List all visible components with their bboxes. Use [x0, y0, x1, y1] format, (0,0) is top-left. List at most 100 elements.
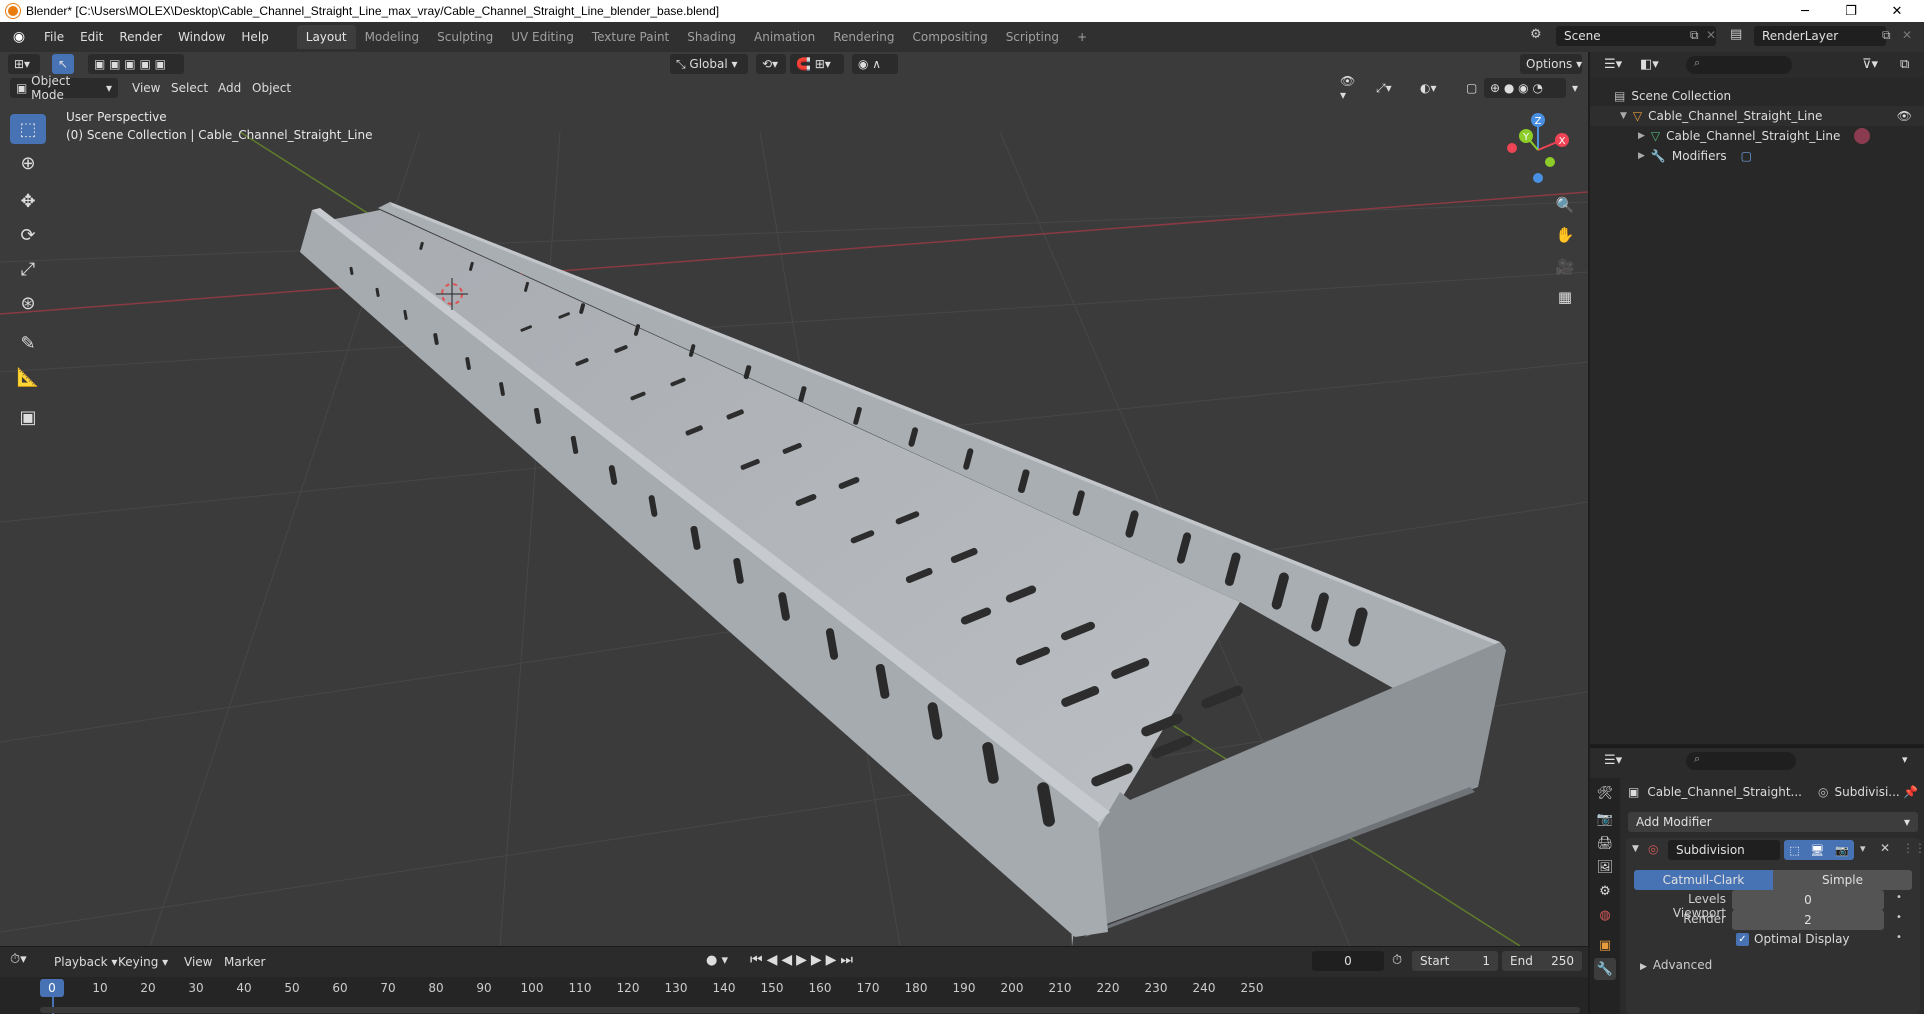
delete-layer-icon[interactable]: ✕: [1902, 28, 1912, 42]
edit-mode-icon[interactable]: ⬚: [1789, 844, 1799, 857]
scale-tool-icon[interactable]: ⤢: [10, 254, 46, 284]
outliner-search-input[interactable]: ⌕: [1686, 56, 1792, 74]
collapse-chevron-icon[interactable]: ▼: [1632, 844, 1639, 854]
visibility-icon[interactable]: 👁▾: [1334, 74, 1364, 102]
overlay-toggle[interactable]: ◐▾: [1414, 78, 1450, 98]
menu-view[interactable]: View: [132, 81, 160, 95]
tab-sculpting[interactable]: Sculpting: [428, 25, 502, 49]
gizmo-toggle[interactable]: ⤢▾: [1370, 78, 1406, 98]
menu-timeline-view[interactable]: View: [184, 955, 212, 969]
annotate-tool-icon[interactable]: ✎: [10, 328, 46, 358]
modifier-name-input[interactable]: Subdivision: [1668, 840, 1780, 860]
animate-dot-icon[interactable]: •: [1896, 892, 1902, 903]
levels-viewport-field[interactable]: 0: [1732, 890, 1884, 910]
tab-layout[interactable]: Layout: [296, 25, 356, 49]
menu-add[interactable]: Add: [218, 81, 241, 95]
pin-icon[interactable]: 📌: [1903, 785, 1918, 799]
tool-tab-icon[interactable]: 🛠: [1594, 782, 1616, 804]
pan-hand-icon[interactable]: ✋: [1552, 222, 1578, 248]
advanced-subpanel-header[interactable]: ▶ Advanced: [1640, 958, 1712, 972]
tab-modeling[interactable]: Modeling: [356, 25, 429, 49]
eye-icon[interactable]: 👁: [1897, 109, 1912, 123]
render-display-icon[interactable]: 📷: [1835, 844, 1849, 857]
menu-object[interactable]: Object: [252, 81, 291, 95]
select-modes-group[interactable]: ▣ ▣ ▣ ▣ ▣: [88, 54, 184, 74]
camera-view-icon[interactable]: 🎥: [1552, 254, 1578, 280]
properties-editor-icon[interactable]: ☰▾: [1604, 753, 1622, 768]
3d-viewport[interactable]: ⊞▾ ↖ ▣ ▣ ▣ ▣ ▣ ⤡ Global ▾ ⟲▾ 🧲 ⊞▾ ◉ ∧ Op…: [0, 52, 1588, 946]
outliner-row-object[interactable]: ▼ ▽ Cable_Channel_Straight_Line 👁: [1590, 106, 1924, 126]
end-frame-field[interactable]: End 250: [1502, 951, 1582, 971]
start-frame-field[interactable]: Start 1: [1412, 951, 1498, 971]
material-icon[interactable]: [1854, 128, 1871, 144]
menu-marker[interactable]: Marker: [224, 955, 265, 969]
current-frame-field[interactable]: 0: [1312, 951, 1384, 971]
modifier-menu-chevron-icon[interactable]: ▾: [1860, 842, 1866, 855]
menu-select[interactable]: Select: [171, 81, 208, 95]
render-layer-selector[interactable]: RenderLayer: [1754, 26, 1886, 46]
viewport-display-icon[interactable]: 🖥: [1810, 844, 1824, 857]
tab-compositing[interactable]: Compositing: [903, 25, 996, 49]
menu-help[interactable]: Help: [233, 30, 276, 44]
display-mode-icon[interactable]: ◧▾: [1640, 57, 1659, 72]
navigation-gizmo[interactable]: Z X Y: [1498, 110, 1578, 190]
render-tab-icon[interactable]: 📷: [1594, 808, 1616, 830]
tab-uv-editing[interactable]: UV Editing: [502, 25, 583, 49]
transform-tool-icon[interactable]: ⊛: [10, 288, 46, 318]
outliner-row-mesh[interactable]: ▶ ▽ Cable_Channel_Straight_Line: [1590, 126, 1924, 146]
xray-toggle[interactable]: ▢: [1460, 78, 1482, 98]
snap-toggle[interactable]: 🧲 ⊞▾: [790, 54, 844, 74]
menu-render[interactable]: Render: [111, 30, 170, 44]
modifier-tab-icon[interactable]: 🔧: [1594, 958, 1616, 980]
playback-controls[interactable]: ⏮◀◀▶▶▶⏭: [750, 952, 857, 968]
catmull-clark-button[interactable]: Catmull-Clark: [1634, 870, 1773, 890]
scene-icon[interactable]: ⚙: [1530, 27, 1542, 42]
filter-icon[interactable]: ⊽▾: [1862, 57, 1878, 72]
view-layer-tab-icon[interactable]: 🖼: [1594, 856, 1616, 878]
proportional-edit[interactable]: ◉ ∧: [852, 54, 898, 74]
tab-scripting[interactable]: Scripting: [997, 25, 1068, 49]
object-mode-dropdown[interactable]: ▣ Object Mode ▾: [10, 74, 118, 102]
tab-shading[interactable]: Shading: [678, 25, 745, 49]
menu-window[interactable]: Window: [170, 30, 233, 44]
menu-keying[interactable]: Keying ▾: [118, 955, 168, 969]
properties-search-input[interactable]: ⌕: [1686, 752, 1796, 770]
new-layer-icon[interactable]: ⧉: [1882, 28, 1891, 43]
tab-rendering[interactable]: Rendering: [824, 25, 903, 49]
shading-chevron-icon[interactable]: ▾: [1566, 78, 1584, 98]
remove-modifier-icon[interactable]: ✕: [1880, 841, 1890, 855]
modifier-visibility-toggles[interactable]: ⬚ 🖥 📷: [1784, 840, 1854, 860]
tab-texture-paint[interactable]: Texture Paint: [583, 25, 678, 49]
add-workspace-button[interactable]: +: [1068, 25, 1096, 49]
stopwatch-icon[interactable]: ⏱: [1392, 953, 1402, 968]
restore-button[interactable]: ❐: [1828, 0, 1874, 22]
cursor-tool-icon[interactable]: ⊕: [10, 148, 46, 178]
editor-type-button[interactable]: ⊞▾: [8, 54, 40, 74]
options-button[interactable]: Options ▾: [1520, 54, 1582, 74]
simple-button[interactable]: Simple: [1773, 870, 1912, 890]
transform-orientation-dropdown[interactable]: ⤡ Global ▾: [670, 54, 748, 74]
timeline-editor-icon[interactable]: ⏱▾: [10, 952, 27, 967]
scene-tab-icon[interactable]: ⚙: [1594, 880, 1616, 902]
measure-tool-icon[interactable]: 📐: [10, 362, 46, 392]
object-tab-icon[interactable]: ▣: [1594, 934, 1616, 956]
outliner-row-scene-collection[interactable]: ▤ Scene Collection: [1590, 86, 1924, 106]
add-modifier-dropdown[interactable]: Add Modifier ▾: [1628, 812, 1918, 832]
select-box-tool-icon[interactable]: ⬚: [10, 114, 46, 144]
ortho-grid-icon[interactable]: ▦: [1552, 284, 1578, 310]
close-button[interactable]: ✕: [1874, 0, 1920, 22]
output-tab-icon[interactable]: 🖨: [1594, 832, 1616, 854]
new-scene-icon[interactable]: ⧉: [1690, 28, 1699, 43]
new-collection-icon[interactable]: ⧉: [1900, 57, 1909, 72]
render-layer-icon[interactable]: ▤: [1730, 27, 1742, 42]
timeline-scrollbar[interactable]: [40, 1007, 1580, 1013]
blender-menu-icon[interactable]: ◉: [8, 26, 30, 48]
menu-playback[interactable]: Playback ▾: [48, 955, 124, 969]
animate-dot-icon[interactable]: •: [1896, 912, 1902, 923]
shading-modes[interactable]: ⊕ ● ◉ ◔: [1484, 78, 1566, 98]
menu-edit[interactable]: Edit: [72, 30, 111, 44]
drag-handle-icon[interactable]: ⋮⋮: [1902, 841, 1924, 855]
minimize-button[interactable]: ─: [1782, 0, 1828, 22]
delete-scene-icon[interactable]: ✕: [1706, 28, 1716, 42]
outliner-editor-icon[interactable]: ☰▾: [1604, 57, 1622, 72]
